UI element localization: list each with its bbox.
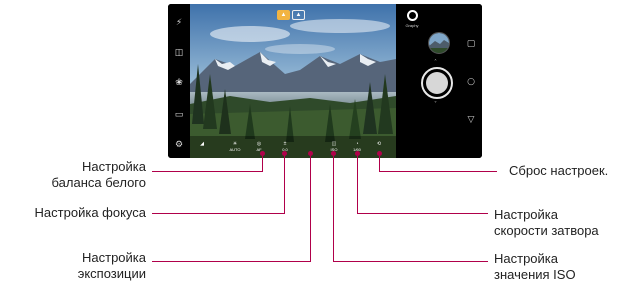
shutter-leader-dot (355, 151, 360, 156)
reset-leader-v (379, 154, 380, 172)
chevron-down-icon: ˅ (434, 101, 437, 108)
nav-home-icon[interactable]: ○ (465, 77, 477, 87)
reset-icon: ⟲ (376, 141, 382, 147)
chevron-up-icon: ˄ (434, 59, 437, 66)
exposure-leader-v (310, 154, 311, 262)
iso-leader-h (333, 261, 488, 262)
exposure-leader-dot (308, 151, 313, 156)
exposure-label: Настройка экспозиции (77, 250, 146, 281)
camera-left-toolbar: ⚡ ◫ ❀ ▭ ⚙ (168, 4, 190, 158)
manual-left-icon: ◢ (200, 141, 204, 147)
wb-leader-v (262, 154, 263, 172)
iso-label: Настройка значения ISO (494, 251, 576, 282)
exposure-leader-h (152, 261, 311, 262)
graphy-logo[interactable]: Graphy (401, 10, 423, 28)
shutter-speed-label: Настройка скорости затвора (494, 207, 599, 238)
switch-camera-icon[interactable]: ◫ (172, 46, 186, 60)
ratio-icon[interactable]: ▭ (172, 108, 186, 122)
mode-switch: ▲ ▲ (277, 10, 305, 20)
gallery-thumbnail[interactable] (428, 32, 450, 54)
white-balance-control[interactable]: ☀ AUTO (227, 142, 243, 153)
reset-control[interactable]: ⟲ (371, 142, 387, 147)
shutter-button[interactable] (421, 67, 453, 99)
iso-leader-dot (331, 151, 336, 156)
nav-back-icon[interactable]: ▽ (465, 115, 477, 125)
wb-leader-h (152, 171, 263, 172)
shutter-leader-h (357, 213, 488, 214)
iso-leader-v (333, 154, 334, 262)
auto-mode-icon[interactable]: ▲ (277, 10, 290, 20)
camera-right-panel: Graphy ˄ ˅ ▢ ○ ▽ (396, 4, 482, 158)
focus-leader-v (284, 154, 285, 214)
settings-icon[interactable]: ⚙ (172, 138, 186, 152)
manual-controls-bar: ◢ ☀ AUTO ◎ AF ± 0.0 ◫ ISO ◔ 1/60 ⟲ (190, 138, 396, 158)
reset-leader-dot (377, 151, 382, 156)
nav-recent-icon[interactable]: ▢ (465, 39, 477, 49)
white-balance-value: AUTO (229, 147, 241, 152)
white-balance-label: Настройка баланса белого (51, 159, 146, 190)
focus-control[interactable]: ◎ AF (251, 142, 267, 153)
reset-leader-h (379, 171, 497, 172)
wb-leader-dot (260, 151, 265, 156)
reset-label: Сброс настроек. (509, 163, 609, 178)
landscape-preview (190, 4, 396, 158)
camera-screen: ⚡ ◫ ❀ ▭ ⚙ ▲ ▲ ◢ ☀ AUTO ◎ AF ± 0.0 ◫ ISO … (168, 4, 482, 158)
manual-mode-icon[interactable]: ▲ (292, 10, 305, 20)
focus-label: Настройка фокуса (34, 205, 146, 220)
filter-icon[interactable]: ❀ (172, 76, 186, 90)
flash-off-icon[interactable]: ⚡ (172, 16, 186, 30)
focus-leader-h (152, 213, 285, 214)
focus-leader-dot (282, 151, 287, 156)
shutter-leader-v (357, 154, 358, 214)
viewfinder[interactable]: ▲ ▲ (190, 4, 396, 158)
